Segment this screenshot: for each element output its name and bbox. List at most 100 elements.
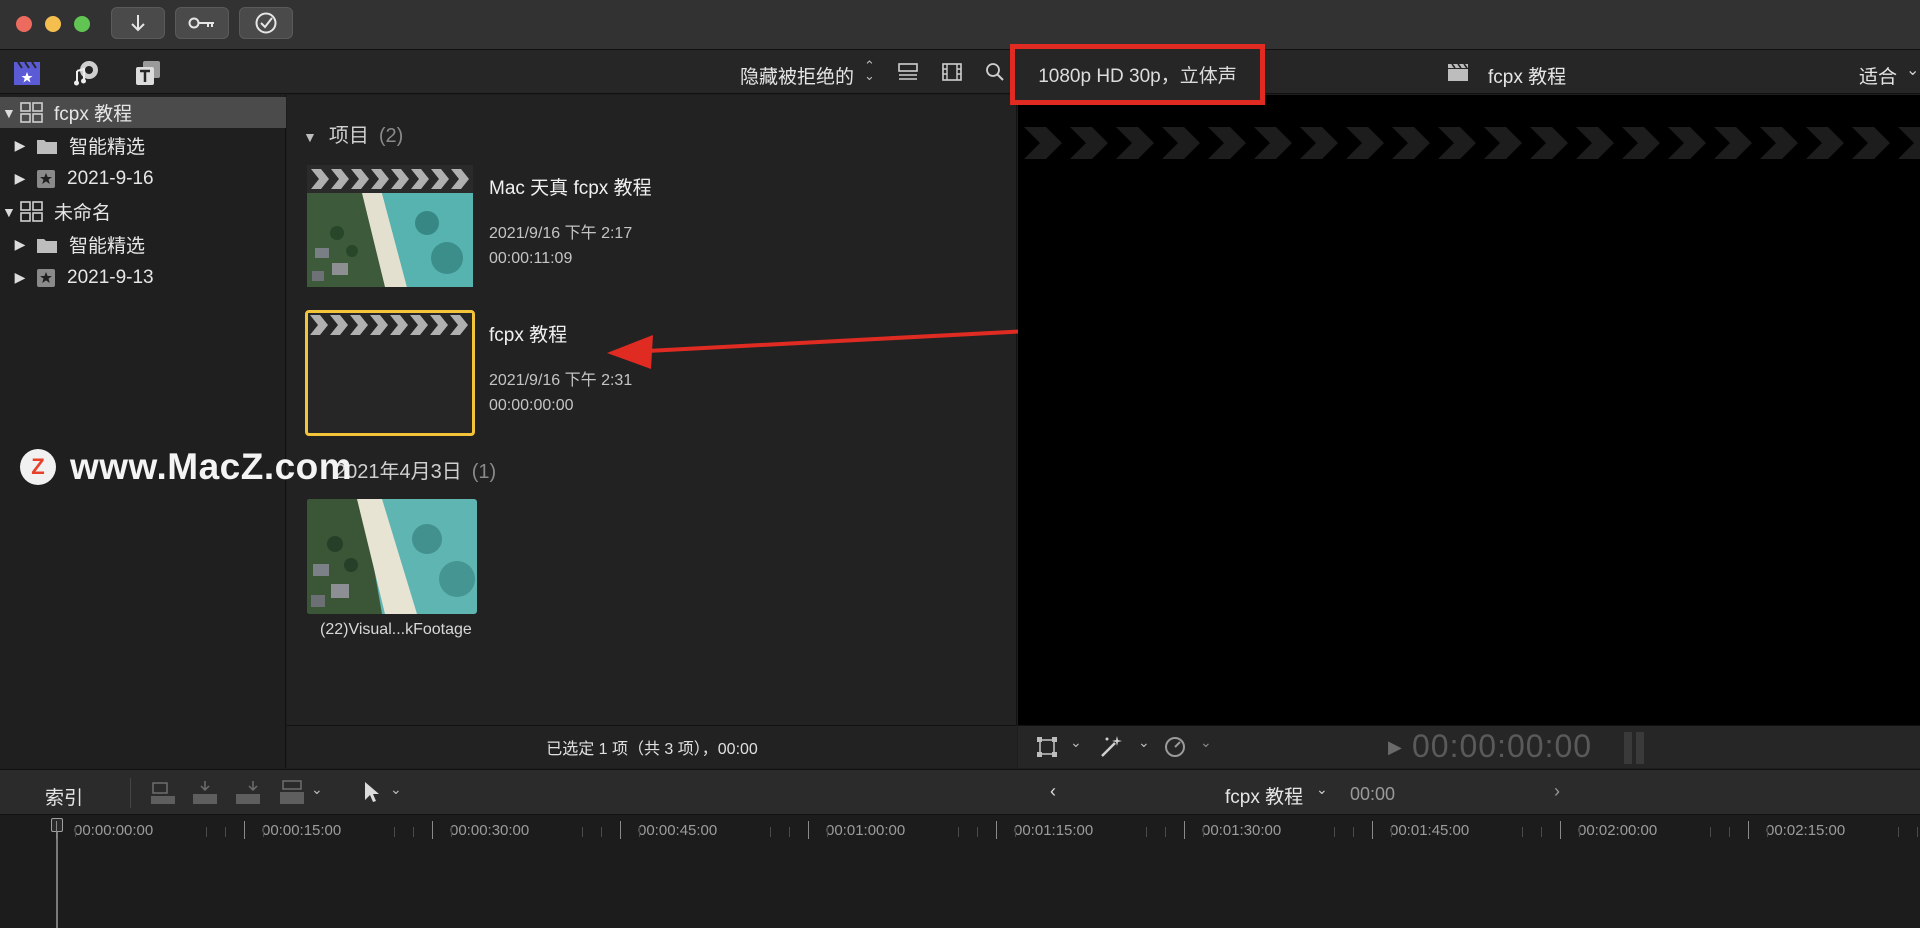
titles-generators-tab[interactable] — [133, 58, 163, 88]
transform-button[interactable] — [1036, 736, 1058, 763]
folder-icon — [36, 137, 58, 155]
projects-section-header[interactable]: ▼ 项目 (2) — [303, 119, 403, 148]
ruler-minor-tick — [789, 827, 790, 837]
timeline-index-button[interactable]: 索引 — [45, 783, 83, 810]
sidebar-item[interactable]: ▼ 未命名 — [0, 196, 286, 227]
ruler-label: 00:00:45:00 — [638, 822, 718, 839]
keywords-button[interactable] — [175, 7, 229, 39]
insert-clip-icon — [193, 781, 217, 804]
disclosure-triangle-icon[interactable]: ▶ — [14, 236, 26, 253]
ruler-minor-tick — [1334, 827, 1335, 837]
ruler-minor-tick — [394, 827, 395, 837]
clip-filter-menu[interactable]: 隐藏被拒绝的 — [740, 62, 854, 89]
ruler-minor-tick — [75, 827, 76, 837]
overwrite-clip-button[interactable] — [279, 780, 305, 811]
play-icon[interactable]: ▶ — [1388, 737, 1402, 758]
ruler-minor-tick — [225, 827, 226, 837]
disclosure-triangle-icon[interactable]: ▶ — [14, 137, 26, 154]
tool-select-button[interactable] — [362, 780, 380, 809]
chevron-down-icon[interactable]: ⌄ — [1070, 734, 1082, 751]
macz-logo-icon: Z — [20, 449, 56, 485]
search-button[interactable] — [983, 61, 1007, 83]
project-thumbnail-selected[interactable] — [305, 310, 475, 436]
append-clip-button[interactable] — [235, 780, 261, 811]
beach-aerial-image — [307, 499, 477, 614]
sidebar-item[interactable]: ▶ 2021-9-13 — [0, 262, 286, 293]
check-circle-icon — [255, 12, 277, 34]
zoom-window-button[interactable] — [74, 16, 90, 32]
ruler-major-tick — [1372, 821, 1373, 839]
timeline-project-title[interactable]: fcpx 教程 — [1225, 782, 1303, 809]
ruler-major-tick — [1748, 821, 1749, 839]
connect-clip-button[interactable] — [150, 780, 176, 811]
ruler-minor-tick — [1203, 827, 1204, 837]
timeline-ruler[interactable]: 00:00:00:00 00:00:15:00 00:00:30:00 00:00:4… — [0, 815, 1920, 928]
project-thumbnail[interactable] — [307, 165, 473, 287]
import-button[interactable] — [111, 7, 165, 39]
ruler-label: 00:01:30:00 — [1202, 822, 1282, 839]
chevron-down-icon[interactable]: ⌄ — [311, 781, 323, 798]
event-date-header[interactable]: 2021年4月3日 (1) — [335, 455, 496, 484]
audio-meter-left — [1624, 732, 1632, 764]
ruler-minor-tick — [451, 827, 452, 837]
ruler-minor-tick — [1898, 827, 1899, 837]
disclosure-triangle-icon[interactable]: ▼ — [2, 105, 16, 121]
disclosure-triangle-icon[interactable]: ▼ — [2, 204, 16, 220]
ruler-major-tick — [432, 821, 433, 839]
retime-button[interactable] — [1163, 735, 1187, 764]
projects-header-label: 项目 — [328, 125, 369, 147]
playhead-handle-icon[interactable] — [51, 818, 63, 832]
watermark-text: www.MacZ.com — [70, 446, 353, 487]
disclosure-triangle-icon[interactable]: ▶ — [14, 269, 26, 286]
viewer-project-title: fcpx 教程 — [1488, 67, 1567, 88]
audio-meter-right — [1636, 732, 1644, 764]
chevron-down-icon[interactable]: ⌄ — [1138, 734, 1150, 751]
sidebar-item[interactable]: ▶ 2021-9-16 — [0, 163, 286, 194]
chevron-down-icon: ⌄ — [1906, 62, 1920, 79]
photos-audio-tab[interactable] — [72, 58, 102, 88]
clip-label: (22)Visual...kFootage — [320, 621, 472, 638]
ruler-minor-tick — [1165, 827, 1166, 837]
forward-chevron-icon[interactable]: › — [1554, 781, 1560, 802]
key-icon — [188, 17, 214, 29]
insert-clip-button[interactable] — [192, 780, 218, 811]
ruler-minor-tick — [958, 827, 959, 837]
ruler-major-tick — [244, 821, 245, 839]
sidebar-item[interactable]: ▶ 智能精选 — [0, 130, 286, 161]
ruler-minor-tick — [639, 827, 640, 837]
disclosure-triangle-icon: ▼ — [303, 129, 317, 145]
chevron-down-icon[interactable]: ⌄ — [1200, 734, 1212, 751]
viewer-timecode[interactable]: 00:00:00:00 — [1412, 728, 1592, 765]
sidebar-item[interactable]: ▶ 智能精选 — [0, 229, 286, 260]
chevron-down-icon[interactable]: ⌄ — [390, 781, 402, 798]
chevron-down-icon[interactable]: ⌄ — [1316, 781, 1328, 798]
ruler-minor-tick — [1391, 827, 1392, 837]
overwrite-clip-icon — [280, 780, 304, 804]
clip-appearance-button[interactable] — [896, 61, 920, 83]
minimize-window-button[interactable] — [45, 16, 61, 32]
filmstrip-view-button[interactable] — [940, 61, 964, 83]
clapper-stripe — [308, 313, 472, 341]
ruler-label: 00:00:30:00 — [450, 822, 530, 839]
disclosure-triangle-icon[interactable]: ▶ — [14, 170, 26, 187]
clip-thumbnail[interactable] — [307, 499, 477, 614]
zoom-fit-menu[interactable]: 适合 — [1859, 62, 1897, 89]
back-chevron-icon[interactable]: ‹ — [1050, 781, 1056, 802]
browser-toolbar: 隐藏被拒绝的 ⌃ ⌄ fcpx 教程 适合 ⌄ — [0, 50, 1920, 94]
magic-wand-icon — [1101, 736, 1122, 757]
ruler-major-tick — [1184, 821, 1185, 839]
background-tasks-button[interactable] — [239, 7, 293, 39]
project-title: Mac 天真 fcpx 教程 — [489, 178, 652, 199]
libraries-tab[interactable] — [12, 58, 42, 88]
beach-aerial-image — [307, 193, 473, 287]
star-event-icon — [36, 169, 56, 189]
sidebar-item[interactable]: ▼ fcpx 教程 — [0, 97, 286, 128]
library-sidebar: ▼ fcpx 教程 ▶ 智能精选 ▶ 2021-9-16 ▼ 未命名 ▶ 智能精选 ▶ 2021-9-… — [0, 95, 286, 768]
ruler-minor-tick — [1353, 827, 1354, 837]
enhance-button[interactable] — [1098, 734, 1124, 765]
viewer-clapper-icon — [1445, 61, 1471, 83]
filmstrip-icon — [942, 63, 962, 81]
library-grid-icon — [20, 101, 44, 124]
download-arrow-icon — [131, 15, 145, 32]
close-window-button[interactable] — [16, 16, 32, 32]
